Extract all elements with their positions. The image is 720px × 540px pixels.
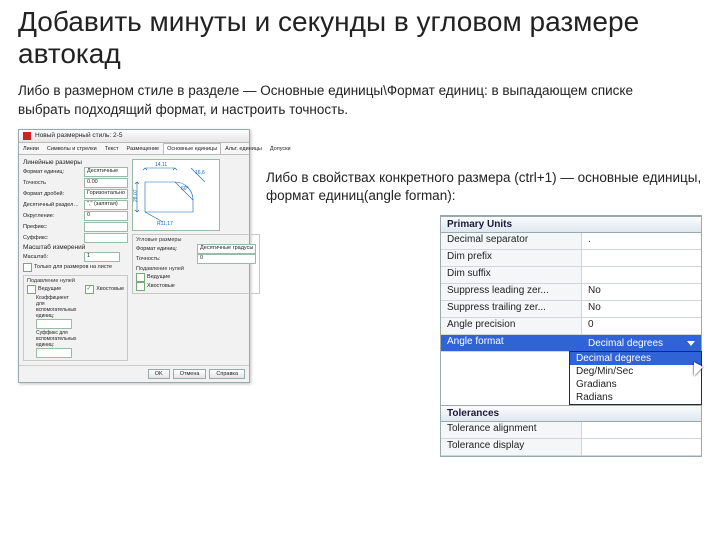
dialog-title: Новый размерный стиль: 2-5 bbox=[35, 132, 122, 139]
svg-text:14,11: 14,11 bbox=[155, 162, 167, 168]
tab-fit[interactable]: Размещение bbox=[123, 143, 164, 154]
angle-format-dropdown[interactable]: Decimal degrees Deg/Min/Sec Gradians Rad… bbox=[569, 351, 702, 405]
intro-paragraph-1: Либо в размерном стиле в разделе — Основ… bbox=[18, 82, 678, 118]
row-angle-format[interactable]: Angle format Decimal degrees bbox=[441, 335, 701, 352]
precision-select[interactable]: 0.00 bbox=[84, 178, 128, 188]
subunit-suffix-label: Суффикс для вспомогательных единиц: bbox=[36, 330, 77, 348]
dialog-left-column: Линейные размеры Формат единиц:Десятичны… bbox=[23, 159, 128, 361]
fraction-select[interactable]: Горизонтально bbox=[84, 189, 128, 199]
intro-paragraph-2: Либо в свойствах конкретного размера (ct… bbox=[266, 169, 702, 205]
cancel-button[interactable]: Отмена bbox=[173, 369, 207, 379]
ang-format-label: Формат единиц: bbox=[136, 246, 194, 252]
row-suppress-trailing[interactable]: Suppress trailing zer...No bbox=[441, 301, 701, 318]
ang-leading-checkbox[interactable]: Ведущие bbox=[136, 273, 256, 282]
zeros-suppress-group: Подавление нулей Ведущие Коэффициент для… bbox=[23, 275, 128, 361]
section-primary-units[interactable]: Primary Units bbox=[441, 216, 701, 233]
row-dim-prefix[interactable]: Dim prefix bbox=[441, 250, 701, 267]
svg-text:60°: 60° bbox=[181, 186, 189, 192]
row-tolerance-alignment[interactable]: Tolerance alignment bbox=[441, 422, 701, 439]
tab-primary-units[interactable]: Основные единицы bbox=[163, 143, 221, 154]
scale-group-title: Масштаб измерений bbox=[23, 244, 128, 251]
row-dim-suffix[interactable]: Dim suffix bbox=[441, 267, 701, 284]
ang-format-select[interactable]: Десятичные градусы bbox=[197, 244, 256, 254]
unit-format-label: Формат единиц: bbox=[23, 169, 81, 175]
option-decimal-degrees[interactable]: Decimal degrees bbox=[570, 352, 701, 365]
decsep-label: Десятичный разделитель: bbox=[23, 202, 81, 208]
row-suppress-leading[interactable]: Suppress leading zer...No bbox=[441, 284, 701, 301]
tab-text[interactable]: Текст bbox=[101, 143, 123, 154]
tab-symbols[interactable]: Символы и стрелки bbox=[43, 143, 101, 154]
linear-group-title: Линейные размеры bbox=[23, 159, 128, 166]
preview-pane: 14,11 16,6 28,07 60° R11,17 bbox=[132, 159, 220, 231]
prefix-input[interactable] bbox=[84, 222, 128, 232]
option-radians[interactable]: Radians bbox=[570, 391, 701, 404]
scale-label: Масштаб: bbox=[23, 254, 81, 260]
section-tolerances[interactable]: Tolerances bbox=[441, 405, 701, 422]
row-decimal-separator[interactable]: Decimal separator. bbox=[441, 233, 701, 250]
angular-group: Угловые размеры Формат единиц:Десятичные… bbox=[132, 234, 260, 294]
ang-precision-select[interactable]: 0 bbox=[197, 254, 256, 264]
ang-precision-label: Точность: bbox=[136, 256, 194, 262]
scale-input[interactable]: 1 bbox=[84, 252, 120, 262]
prefix-label: Префикс: bbox=[23, 224, 81, 230]
dialog-right-column: 14,11 16,6 28,07 60° R11,17 Угловые разм… bbox=[132, 159, 260, 361]
round-label: Округление: bbox=[23, 213, 81, 219]
precision-label: Точность bbox=[23, 180, 81, 186]
fraction-label: Формат дробей: bbox=[23, 191, 81, 197]
dialog-tabs: Линии Символы и стрелки Текст Размещение… bbox=[19, 143, 249, 155]
dimension-style-dialog: Новый размерный стиль: 2-5 Линии Символы… bbox=[18, 129, 250, 383]
ang-trailing-checkbox[interactable]: Хвостовые bbox=[136, 282, 256, 291]
subunit-factor-input[interactable] bbox=[36, 319, 72, 329]
option-gradians[interactable]: Gradians bbox=[570, 378, 701, 391]
row-tolerance-display[interactable]: Tolerance display bbox=[441, 439, 701, 456]
svg-text:28,07: 28,07 bbox=[133, 189, 139, 202]
properties-palette: Primary Units Decimal separator. Dim pre… bbox=[440, 215, 702, 457]
subunit-suffix-input[interactable] bbox=[36, 348, 72, 358]
round-input[interactable]: 0 bbox=[84, 211, 128, 221]
row-angle-precision[interactable]: Angle precision0 bbox=[441, 318, 701, 335]
tab-alt-units[interactable]: Альт. единицы bbox=[221, 143, 266, 154]
tab-lines[interactable]: Линии bbox=[19, 143, 43, 154]
suffix-label: Суффикс: bbox=[23, 235, 81, 241]
ok-button[interactable]: OK bbox=[148, 369, 170, 379]
tab-tolerances[interactable]: Допуски bbox=[266, 143, 295, 154]
page-title: Добавить минуты и секунды в угловом разм… bbox=[18, 6, 702, 70]
suffix-input[interactable] bbox=[84, 233, 128, 243]
dropdown-arrow-icon[interactable] bbox=[687, 341, 695, 346]
svg-text:16,6: 16,6 bbox=[195, 170, 205, 176]
subunit-factor-label: Коэффициент для вспомогательных единиц: bbox=[36, 295, 77, 319]
svg-text:R11,17: R11,17 bbox=[157, 221, 173, 227]
option-deg-min-sec[interactable]: Deg/Min/Sec bbox=[570, 365, 701, 378]
only-layout-checkbox[interactable]: Только для размеров на листе bbox=[23, 263, 128, 272]
unit-format-select[interactable]: Десятичные bbox=[84, 167, 128, 177]
decsep-select[interactable]: "," (запятая) bbox=[84, 200, 128, 210]
trailing-checkbox[interactable]: Хвостовые bbox=[85, 285, 124, 294]
app-icon bbox=[23, 132, 31, 140]
help-button[interactable]: Справка bbox=[209, 369, 245, 379]
leading-checkbox[interactable]: Ведущие bbox=[27, 285, 77, 294]
dialog-titlebar[interactable]: Новый размерный стиль: 2-5 bbox=[19, 130, 249, 143]
